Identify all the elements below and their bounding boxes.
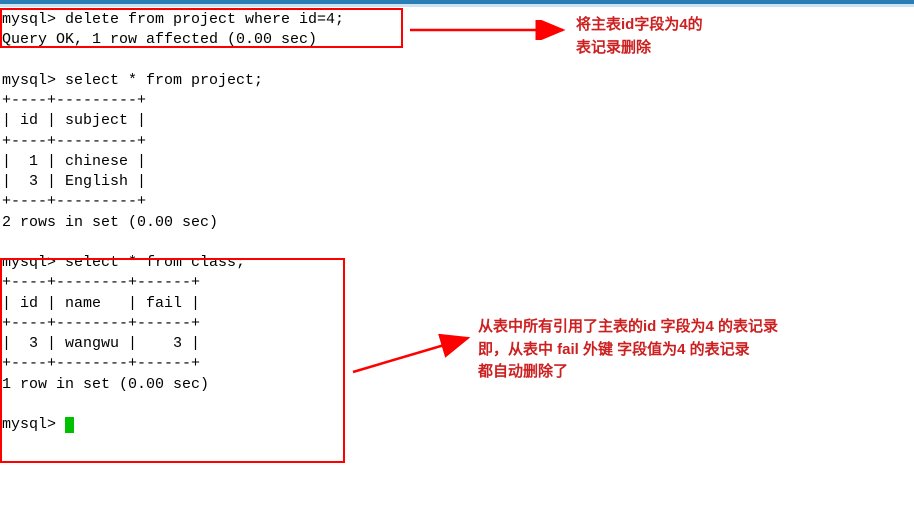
window-top-border [0, 0, 914, 4]
annotation-2-line1: 从表中所有引用了主表的id 字段为4 的表记录 [478, 316, 778, 339]
annotation-1-line2: 表记录删除 [576, 37, 703, 60]
terminal-cursor [65, 417, 74, 433]
annotation-2-line3: 都自动删除了 [478, 361, 778, 384]
annotation-arrow-2 [348, 330, 478, 380]
annotation-text-2: 从表中所有引用了主表的id 字段为4 的表记录 即，从表中 fail 外键 字段… [478, 316, 778, 384]
annotation-text-1: 将主表id字段为4的 表记录删除 [576, 14, 703, 59]
annotation-1-line1: 将主表id字段为4的 [576, 14, 703, 37]
annotation-arrow-1 [405, 20, 575, 40]
terminal-output: mysql> delete from project where id=4; Q… [2, 10, 344, 435]
annotation-2-line2: 即，从表中 fail 外键 字段值为4 的表记录 [478, 339, 778, 362]
